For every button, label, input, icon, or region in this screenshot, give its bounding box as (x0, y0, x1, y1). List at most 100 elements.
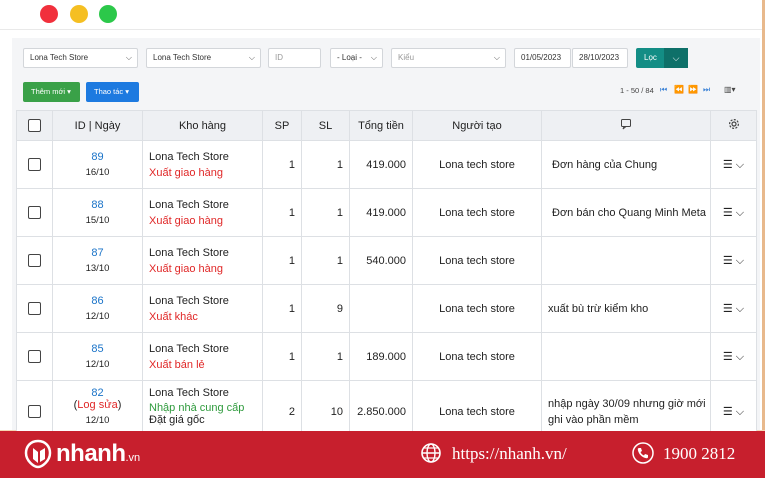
creator-name: Lona tech store (412, 236, 542, 285)
menu-icon: ☰ (722, 254, 733, 267)
sp-count: 1 (262, 236, 302, 285)
table-row[interactable]: 89 16/10 Lona Tech Store Xuất giao hàng 1 … (16, 140, 757, 189)
order-date: 13/10 (85, 263, 110, 274)
row-menu-button[interactable]: ☰ ⌵ (710, 236, 757, 285)
store-select-1[interactable]: Lona Tech Store ⌵ (23, 48, 138, 68)
order-date: 16/10 (85, 167, 110, 178)
store-select-1-value: Lona Tech Store (30, 53, 89, 62)
warehouse-name: Lona Tech Store (149, 198, 229, 211)
total-amount: 189.000 (349, 332, 413, 381)
chevron-down-icon: ⌵ (732, 405, 745, 418)
minimize-window-button[interactable] (70, 5, 88, 23)
row-menu-button[interactable]: ☰ ⌵ (710, 188, 757, 237)
warehouse-name: Lona Tech Store (149, 294, 229, 307)
row-checkbox[interactable] (28, 206, 41, 219)
store-select-2-value: Lona Tech Store (153, 53, 212, 62)
header-creator[interactable]: Người tạo (412, 110, 542, 141)
header-note (541, 110, 711, 141)
id-input[interactable]: ID (268, 48, 321, 68)
phone-icon (632, 442, 654, 464)
first-page-icon[interactable]: ⏮ (660, 85, 667, 95)
title-bar (0, 0, 762, 30)
loai-select[interactable]: - Loại - ⌵ (330, 48, 383, 68)
pagination-info: 1 - 50 / 84 (620, 86, 654, 95)
row-checkbox[interactable] (28, 302, 41, 315)
order-id-link[interactable]: 87 (53, 247, 142, 259)
row-menu-button[interactable]: ☰ ⌵ (710, 332, 757, 381)
header-warehouse[interactable]: Kho hàng (142, 110, 263, 141)
warehouse-name: Lona Tech Store (149, 342, 229, 355)
filter-button[interactable]: Lọc ⌵ (636, 48, 688, 68)
date-to-value: 28/10/2023 (579, 53, 620, 62)
edit-log-link[interactable]: (Log sửa) (53, 399, 142, 411)
chevron-down-icon[interactable]: ⌵ (664, 48, 688, 68)
table-row[interactable]: 88 15/10 Lona Tech Store Xuất giao hàng 1 … (16, 188, 757, 237)
kieu-select[interactable]: Kiểu ⌵ (391, 48, 506, 68)
sp-count: 1 (262, 140, 302, 189)
order-id-link[interactable]: 86 (53, 295, 142, 307)
header-total[interactable]: Tổng tiền (349, 110, 413, 141)
order-date: 12/10 (85, 359, 110, 370)
last-page-icon[interactable]: ⏭ (703, 85, 710, 95)
orders-table: ID | Ngày Kho hàng SP SL Tổng tiền Người… (16, 110, 757, 443)
order-id-link[interactable]: 88 (53, 199, 142, 211)
sp-count: 1 (262, 188, 302, 237)
next-page-icon[interactable]: ⏩ (688, 85, 698, 94)
table-row[interactable]: 85 12/10 Lona Tech Store Xuất bán lẻ 1 1 1… (16, 332, 757, 381)
actions-button[interactable]: Thao tác ▾ (86, 82, 139, 102)
order-note (541, 236, 711, 285)
order-id-link[interactable]: 89 (53, 151, 142, 163)
header-sp[interactable]: SP (262, 110, 302, 141)
maximize-window-button[interactable] (99, 5, 117, 23)
prev-page-icon[interactable]: ⏪ (674, 85, 684, 94)
store-select-2[interactable]: Lona Tech Store ⌵ (146, 48, 261, 68)
select-all-header[interactable] (16, 110, 53, 141)
add-new-button[interactable]: Thêm mới ▾ (23, 82, 80, 102)
transaction-type: Nhập nhà cung cấp (149, 402, 245, 414)
select-all-checkbox[interactable] (28, 119, 41, 132)
brand-name: nhanh (56, 440, 126, 467)
brand-suffix: .vn (125, 452, 141, 464)
chevron-down-icon: ⌵ (732, 350, 745, 363)
table-row[interactable]: 87 13/10 Lona Tech Store Xuất giao hàng 1 … (16, 236, 757, 285)
order-id-link[interactable]: 82 (53, 387, 142, 399)
order-note: Đơn bán cho Quang Minh Meta (541, 188, 711, 237)
sl-count: 1 (301, 332, 350, 381)
hotline-number[interactable]: 1900 2812 (663, 444, 735, 464)
row-checkbox[interactable] (28, 254, 41, 267)
menu-icon: ☰ (722, 350, 733, 363)
globe-icon (421, 443, 441, 463)
transaction-type: Xuất khác (149, 310, 198, 323)
columns-icon[interactable]: ▥▾ (724, 85, 736, 94)
warehouse-name: Lona Tech Store (149, 150, 229, 163)
sl-count: 9 (301, 284, 350, 333)
row-checkbox[interactable] (28, 405, 41, 418)
website-url[interactable]: https://nhanh.vn/ (452, 444, 567, 464)
close-window-button[interactable] (40, 5, 58, 23)
order-note (541, 332, 711, 381)
header-id-date[interactable]: ID | Ngày (52, 110, 143, 141)
order-date: 12/10 (85, 415, 110, 426)
order-note: xuất bù trừ kiểm kho (541, 284, 711, 333)
header-settings[interactable] (710, 110, 757, 141)
date-to-input[interactable]: 28/10/2023 (572, 48, 628, 68)
sp-count: 1 (262, 332, 302, 381)
row-menu-button[interactable]: ☰ ⌵ (710, 284, 757, 333)
date-from-input[interactable]: 01/05/2023 (514, 48, 571, 68)
menu-icon: ☰ (722, 302, 733, 315)
header-sl[interactable]: SL (301, 110, 350, 141)
chevron-down-icon: ⌵ (732, 158, 745, 171)
date-from-value: 01/05/2023 (521, 53, 562, 62)
row-menu-button[interactable]: ☰ ⌵ (710, 140, 757, 189)
sp-count: 1 (262, 284, 302, 333)
menu-icon: ☰ (722, 206, 733, 219)
order-id-link[interactable]: 85 (53, 343, 142, 355)
edit-log-label[interactable]: Log sửa (77, 399, 117, 411)
menu-icon: ☰ (722, 405, 733, 418)
total-amount: 540.000 (349, 236, 413, 285)
table-row[interactable]: 86 12/10 Lona Tech Store Xuất khác 1 9 Lon… (16, 284, 757, 333)
row-checkbox[interactable] (28, 350, 41, 363)
kieu-select-placeholder: Kiểu (398, 53, 415, 62)
sl-count: 1 (301, 188, 350, 237)
row-checkbox[interactable] (28, 158, 41, 171)
